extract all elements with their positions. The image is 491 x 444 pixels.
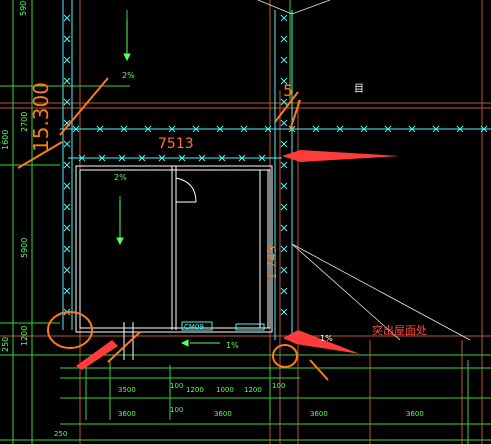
callout-label: 突出屋面处 (372, 323, 427, 337)
elevation-label: 15.300 (29, 82, 53, 152)
slope-label-bottom: 1% (226, 341, 239, 350)
bottom-dim-2: 100 (170, 382, 183, 390)
room-length-label: 7513 (158, 136, 194, 152)
dim-label-250: 250 (1, 337, 10, 352)
slope-label-right: 1% (320, 334, 333, 343)
dim-label-1200: 1200 (20, 326, 29, 346)
slope-label-top: 2% (122, 71, 135, 80)
slope-label-room: 2% (114, 173, 127, 182)
bottom-dim-r2-1: 3600 (118, 410, 136, 418)
dim-label-top-5900: 5900 (19, 0, 28, 16)
bottom-dim-4: 1000 (216, 386, 234, 394)
bottom-dim-5: 1200 (244, 386, 262, 394)
box-glyph: 目 (354, 84, 364, 95)
bottom-dim-r2-3: 3600 (214, 410, 232, 418)
bottom-dim-250: 250 (54, 430, 67, 438)
canvas-background (0, 0, 491, 444)
bottom-dim-r2-5: 3600 (406, 410, 424, 418)
bottom-dim-1: 3500 (118, 386, 136, 394)
dim-label-5900: 5900 (20, 238, 29, 258)
door-label: CM09 (184, 323, 204, 331)
bottom-dim-3: 1200 (186, 386, 204, 394)
cad-drawing-canvas[interactable]: 5900 1600 5900 1200 250 2700 2% 2% 1% 1%… (0, 0, 491, 444)
dim-label-2700: 2700 (20, 112, 29, 132)
vertical-right-label: 1.745 (265, 246, 279, 280)
axis-tag-5: 5 (283, 81, 293, 100)
bottom-dim-r2-2: 100 (170, 406, 183, 414)
bottom-dim-r2-4: 3600 (310, 410, 328, 418)
bottom-dim-6: 100 (272, 382, 285, 390)
dim-label-1600: 1600 (1, 130, 10, 150)
